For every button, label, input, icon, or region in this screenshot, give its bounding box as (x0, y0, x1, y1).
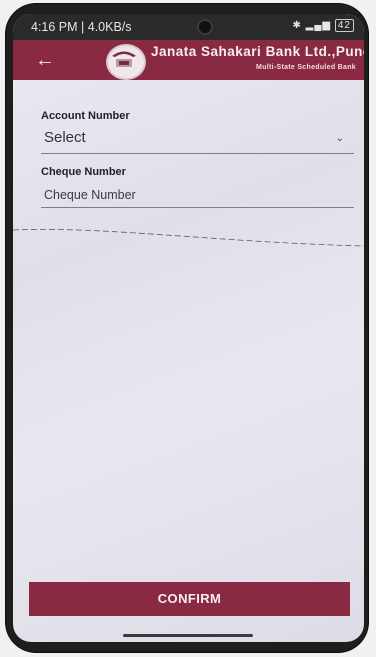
cheque-number-placeholder: Cheque Number (44, 188, 136, 202)
cheque-number-label: Cheque Number (41, 166, 126, 178)
back-arrow-icon[interactable]: ← (35, 48, 59, 72)
confirm-button[interactable]: CONFIRM (29, 582, 350, 616)
status-time: 4:16 PM | 4.0KB/s (31, 20, 132, 34)
account-number-select[interactable]: Select ⌄ (41, 127, 354, 154)
account-number-label: Account Number (41, 110, 130, 122)
camera-cutout (197, 19, 213, 35)
status-icons: ✱ ▂▄▆ 42 (292, 19, 354, 32)
signal-icon: ▂▄▆ (305, 20, 332, 31)
bank-logo (106, 44, 146, 80)
bluetooth-icon: ✱ (292, 20, 302, 31)
cheque-number-input[interactable]: Cheque Number (41, 185, 354, 208)
screen-crack (13, 228, 364, 247)
account-select-value: Select (44, 129, 86, 146)
home-indicator (123, 634, 253, 637)
status-bar: 4:16 PM | 4.0KB/s ✱ ▂▄▆ 42 (13, 14, 364, 40)
chevron-down-icon: ⌄ (335, 133, 344, 144)
battery-icon: 42 (334, 19, 354, 32)
app-header: ← Janata Sahakari Bank Ltd.,Pune Multi-S… (13, 40, 364, 80)
bank-subtitle: Multi-State Scheduled Bank (256, 64, 356, 71)
app-screen: 4:16 PM | 4.0KB/s ✱ ▂▄▆ 42 ← Janata Saha… (13, 14, 364, 642)
bank-name: Janata Sahakari Bank Ltd.,Pune (151, 44, 364, 59)
